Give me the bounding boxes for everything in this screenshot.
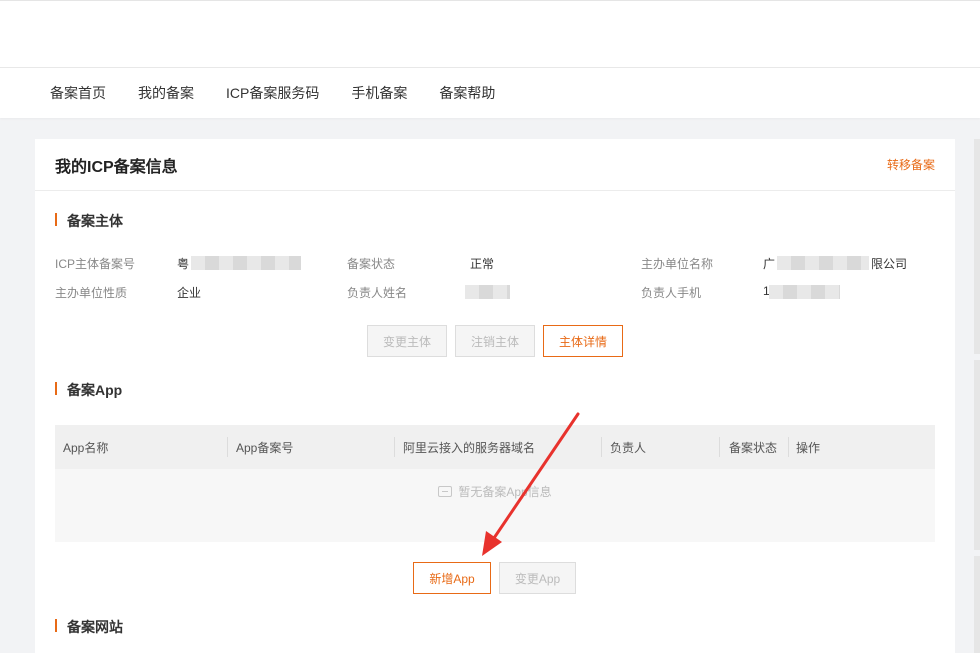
nav-item-home[interactable]: 备案首页 (50, 83, 106, 103)
table-body: 暂无备案App信息 (55, 469, 935, 542)
column-divider (394, 437, 395, 457)
main-nav: 备案首页 我的备案 ICP备案服务码 手机备案 备案帮助 (0, 68, 980, 118)
org-name-value-prefix: 广 (763, 257, 776, 271)
icp-number-value: 粤 (177, 257, 190, 271)
column-divider (719, 437, 720, 457)
add-app-button[interactable]: 新增App (413, 562, 491, 594)
org-nature-value: 企业 (177, 286, 202, 300)
column-header-person: 负责人 (610, 440, 647, 455)
nav-item-help[interactable]: 备案帮助 (439, 83, 495, 103)
inbox-icon (438, 486, 453, 497)
transfer-filing-link[interactable]: 转移备案 (887, 156, 935, 173)
right-panel-edge (974, 556, 980, 653)
icp-info-card: 我的ICP备案信息 转移备案 备案主体 ICP主体备案号 粤 备案状态 正常 主… (35, 139, 955, 653)
redaction-mask (769, 285, 840, 299)
status-value: 正常 (470, 257, 495, 271)
app-table: App名称 App备案号 阿里云接入的服务器域名 负责人 备案状态 操作 暂无备… (55, 425, 935, 542)
right-panel-edge (974, 139, 980, 354)
nav-item-icp-service-code[interactable]: ICP备案服务码 (226, 83, 319, 103)
column-header-app-name: App名称 (63, 440, 109, 455)
nav-item-my-filings[interactable]: 我的备案 (138, 83, 194, 103)
column-header-actions: 操作 (796, 440, 821, 455)
org-nature-label: 主办单位性质 (55, 286, 128, 300)
subject-detail-button[interactable]: 主体详情 (543, 325, 623, 357)
column-divider (601, 437, 602, 457)
person-phone-label: 负责人手机 (641, 286, 702, 300)
section-title-subject: 备案主体 (55, 211, 123, 231)
redaction-mask (191, 256, 301, 270)
empty-state: 暂无备案App信息 (55, 483, 935, 500)
section-title-website: 备案网站 (55, 617, 123, 637)
column-header-app-number: App备案号 (236, 440, 294, 455)
table-header: App名称 App备案号 阿里云接入的服务器域名 负责人 备案状态 操作 (55, 425, 935, 469)
column-header-server-domain: 阿里云接入的服务器域名 (403, 440, 536, 455)
icp-number-label: ICP主体备案号 (55, 257, 136, 271)
change-app-button[interactable]: 变更App (499, 562, 576, 594)
card-header: 我的ICP备案信息 转移备案 (35, 139, 955, 191)
column-divider (227, 437, 228, 457)
nav-item-mobile-filing[interactable]: 手机备案 (351, 83, 407, 103)
empty-state-text: 暂无备案App信息 (458, 485, 552, 499)
section-title-app: 备案App (55, 380, 122, 400)
status-label: 备案状态 (347, 257, 396, 271)
column-divider (788, 437, 789, 457)
right-panel-edge (974, 360, 980, 550)
info-row-1: ICP主体备案号 粤 备案状态 正常 主办单位名称 广 限公司 (55, 255, 935, 275)
redaction-mask (777, 256, 869, 270)
org-name-label: 主办单位名称 (641, 257, 714, 271)
redaction-mask (465, 285, 510, 299)
cancel-subject-button[interactable]: 注销主体 (455, 325, 535, 357)
person-name-label: 负责人姓名 (347, 286, 408, 300)
top-header-bar (0, 0, 980, 68)
info-row-2: 主办单位性质 企业 负责人姓名 负责人手机 1 (55, 284, 935, 304)
page-title: 我的ICP备案信息 (55, 158, 178, 176)
change-subject-button[interactable]: 变更主体 (367, 325, 447, 357)
org-name-value-suffix: 限公司 (871, 257, 908, 271)
column-header-status: 备案状态 (729, 440, 778, 455)
